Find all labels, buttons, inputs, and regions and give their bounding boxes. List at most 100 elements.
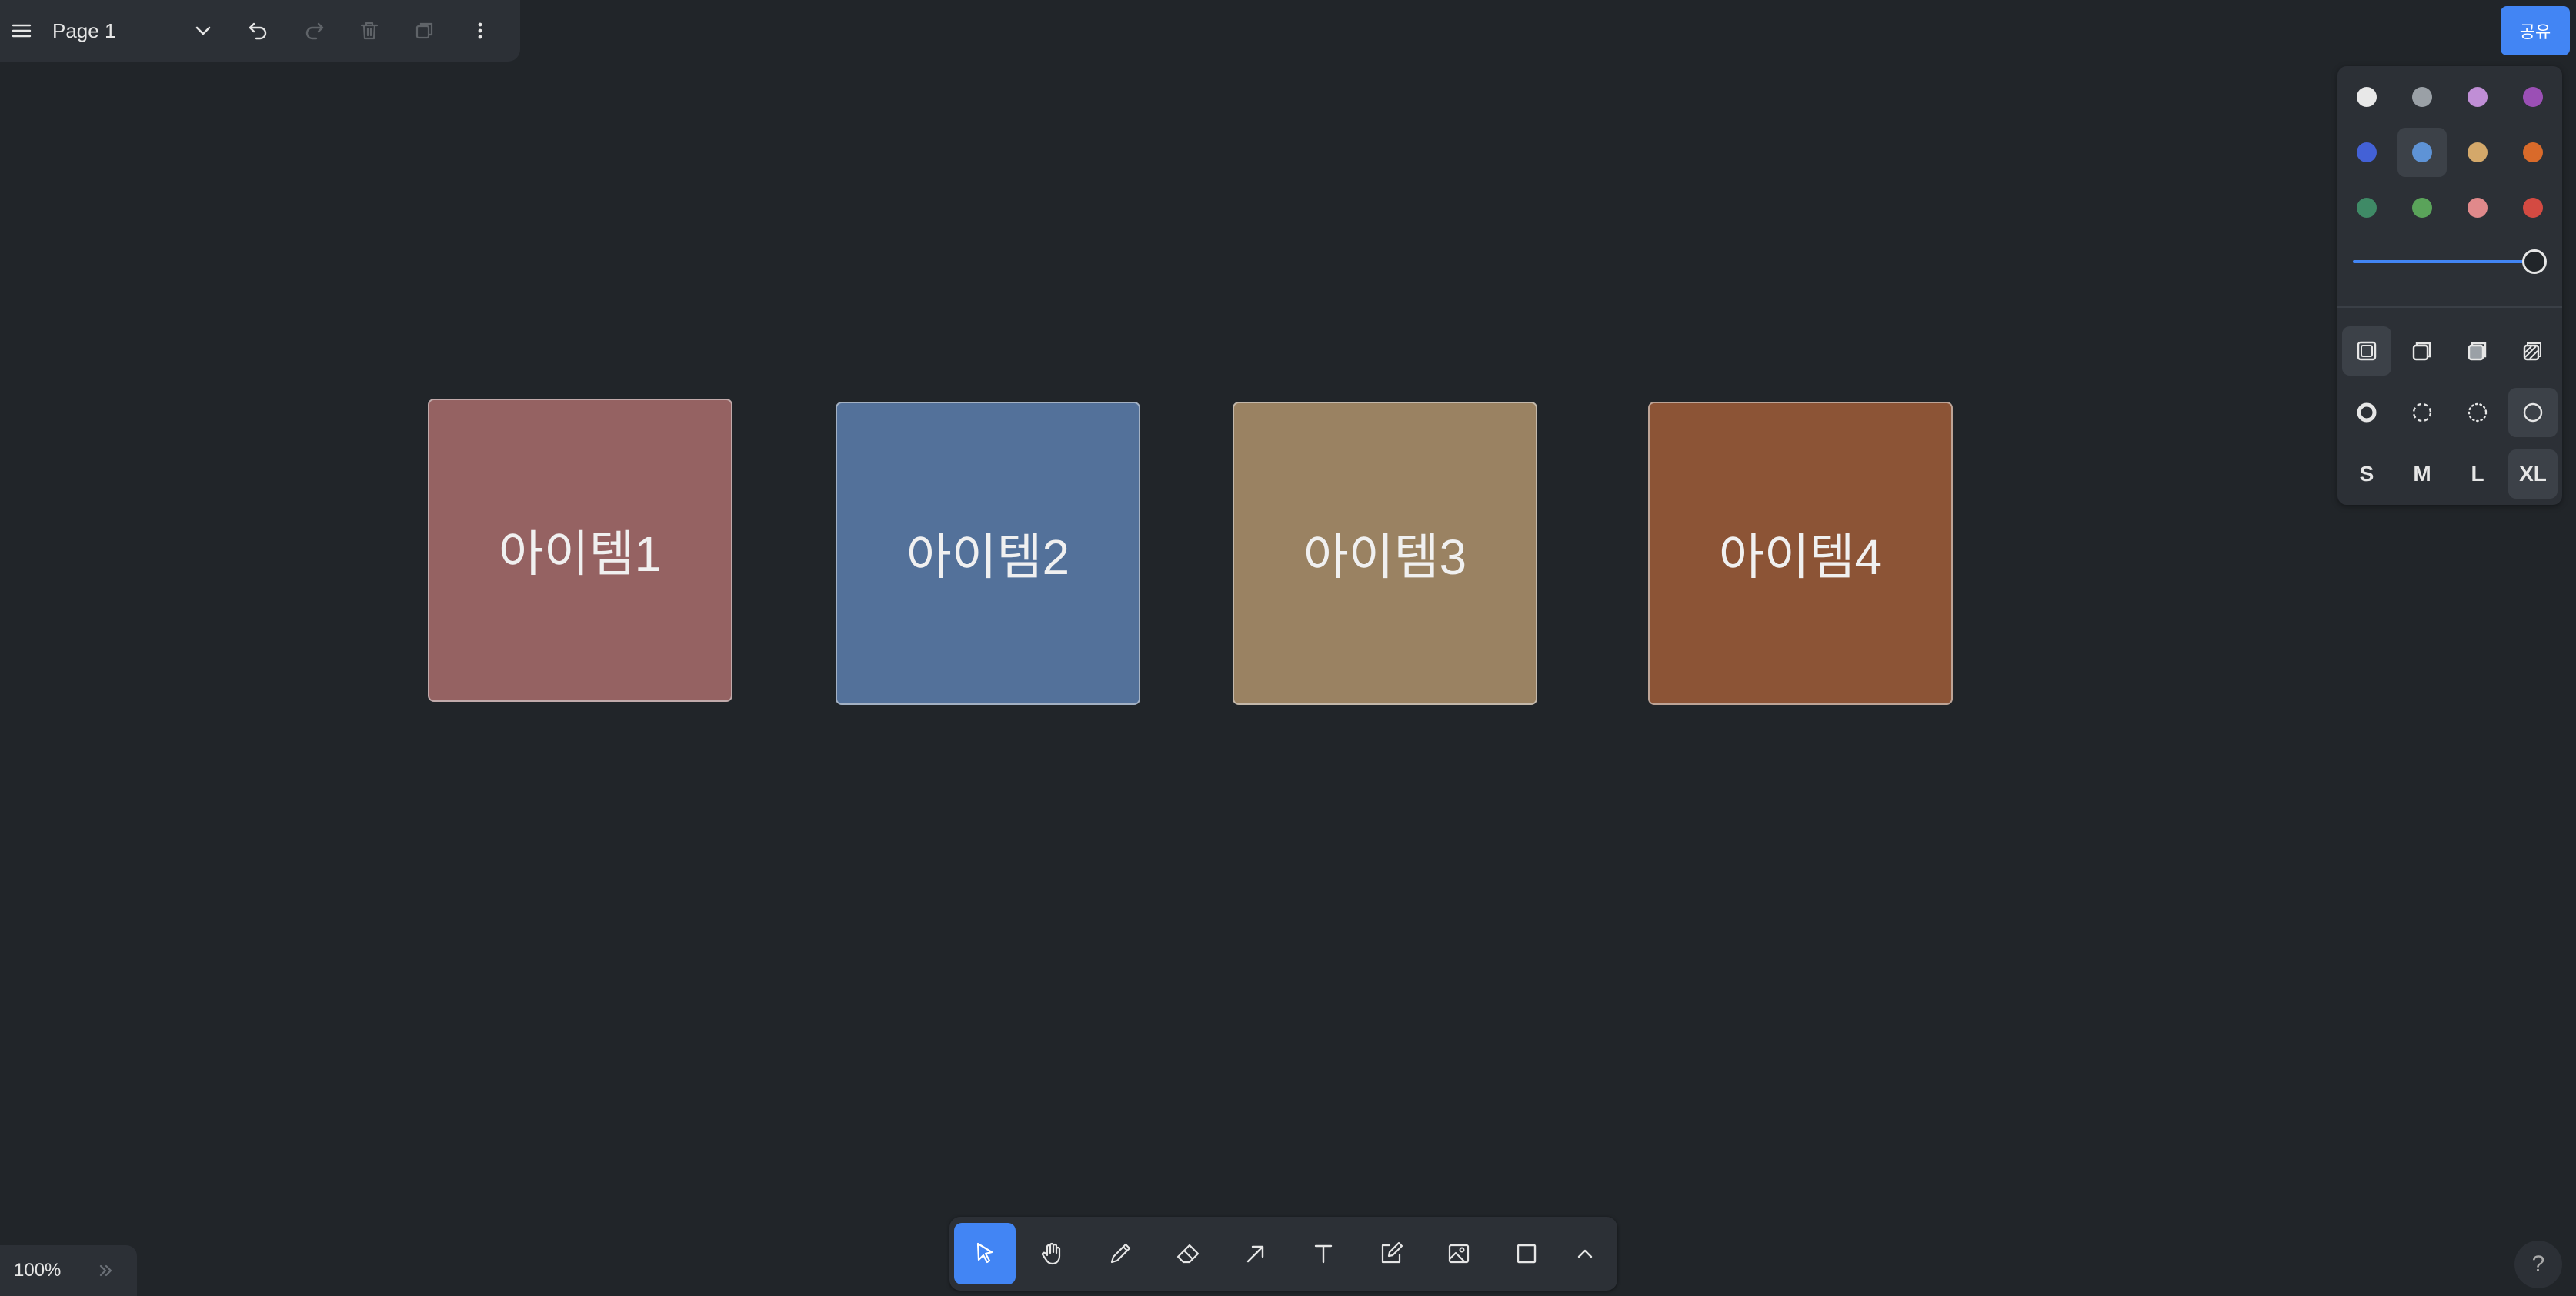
size-xl-button[interactable]: XL (2508, 449, 2558, 499)
arrow-tool-button[interactable] (1225, 1223, 1286, 1284)
double-chevron-right-icon (99, 1264, 112, 1277)
fill-solid-icon (2468, 342, 2487, 361)
size-label: S (2359, 462, 2374, 486)
dash-dashed-icon (2412, 402, 2432, 423)
chevron-up-icon (1577, 1249, 1593, 1258)
zoom-panel: 100% (0, 1245, 137, 1296)
card-label: 아이템1 (498, 526, 662, 582)
canvas-card[interactable]: 아이템4 (1648, 402, 1953, 705)
eraser-tool-button[interactable] (1157, 1223, 1219, 1284)
share-button[interactable]: 공유 (2501, 6, 2570, 55)
rectangle-icon (1517, 1244, 1537, 1264)
arrow-icon (1246, 1245, 1264, 1263)
duplicate-button[interactable] (397, 0, 452, 62)
color-swatch[interactable] (2453, 183, 2502, 232)
fill-none-button[interactable] (2342, 326, 2391, 376)
size-s-button[interactable]: S (2342, 449, 2391, 499)
dash-solid-button[interactable] (2508, 388, 2558, 437)
redo-button[interactable] (286, 0, 342, 62)
fill-semi-button[interactable] (2397, 326, 2447, 376)
chevron-down-icon (195, 26, 211, 35)
color-dot (2468, 87, 2488, 107)
pencil-icon (1110, 1243, 1131, 1264)
note-tool-button[interactable] (1360, 1223, 1422, 1284)
help-button[interactable]: ? (2514, 1241, 2562, 1288)
more-actions-button[interactable] (452, 0, 508, 62)
fill-none-icon (2357, 341, 2377, 361)
canvas-card[interactable]: 아이템1 (428, 399, 732, 702)
top-menu-panel: Page 1 (0, 0, 520, 62)
color-dot (2523, 142, 2543, 162)
redo-icon (305, 22, 324, 40)
color-dot (2357, 198, 2377, 218)
hamburger-icon (12, 24, 32, 38)
zoom-level[interactable]: 100% (14, 1260, 91, 1281)
size-label: M (2413, 462, 2431, 486)
fill-pattern-button[interactable] (2508, 326, 2558, 376)
opacity-slider-thumb[interactable] (2522, 249, 2547, 274)
hand-icon (1041, 1242, 1061, 1265)
color-swatch[interactable] (2508, 72, 2558, 122)
color-dot (2357, 142, 2377, 162)
dash-draw-button[interactable] (2342, 388, 2391, 437)
hand-tool-button[interactable] (1022, 1223, 1083, 1284)
tool-bar (949, 1217, 1617, 1291)
undo-icon (249, 22, 267, 40)
color-swatch[interactable] (2508, 183, 2558, 232)
dash-solid-icon (2523, 402, 2543, 423)
color-swatch-selected[interactable] (2397, 128, 2447, 177)
color-swatch[interactable] (2342, 128, 2391, 177)
card-label: 아이템2 (906, 529, 1070, 585)
color-dot (2412, 142, 2432, 162)
color-dot (2468, 142, 2488, 162)
text-icon (1314, 1244, 1333, 1264)
color-swatch[interactable] (2397, 183, 2447, 232)
color-swatch[interactable] (2342, 183, 2391, 232)
fill-pattern-icon (2523, 342, 2541, 361)
fill-solid-button[interactable] (2453, 326, 2502, 376)
image-icon (1448, 1244, 1470, 1264)
opacity-slider-fill (2353, 260, 2534, 263)
main-menu-button[interactable] (0, 0, 43, 62)
dash-draw-icon (2357, 402, 2377, 423)
image-tool-button[interactable] (1428, 1223, 1490, 1284)
card-label: 아이템3 (1303, 529, 1467, 585)
undo-button[interactable] (231, 0, 286, 62)
color-swatch[interactable] (2397, 72, 2447, 122)
pointer-icon (976, 1242, 993, 1264)
text-tool-button[interactable] (1293, 1223, 1354, 1284)
fill-semi-icon (2412, 342, 2431, 361)
select-tool-button[interactable] (954, 1223, 1016, 1284)
dash-dashed-button[interactable] (2397, 388, 2447, 437)
more-tools-button[interactable] (1554, 1223, 1616, 1284)
color-dot (2468, 198, 2488, 218)
page-dropdown-button[interactable] (175, 0, 231, 62)
size-m-button[interactable]: M (2397, 449, 2447, 499)
color-dot (2523, 87, 2543, 107)
rectangle-tool-button[interactable] (1496, 1223, 1557, 1284)
size-l-button[interactable]: L (2453, 449, 2502, 499)
duplicate-icon (415, 22, 433, 39)
panel-divider (2337, 306, 2562, 308)
color-swatch[interactable] (2453, 72, 2502, 122)
page-name[interactable]: Page 1 (52, 19, 175, 43)
more-vertical-icon (478, 22, 482, 39)
color-dot (2412, 87, 2432, 107)
size-label: XL (2519, 462, 2547, 486)
style-panel: S M L XL (2337, 66, 2562, 505)
dash-dotted-button[interactable] (2453, 388, 2502, 437)
color-dot (2412, 198, 2432, 218)
color-swatch[interactable] (2342, 72, 2391, 122)
color-swatch[interactable] (2453, 128, 2502, 177)
opacity-slider[interactable] (2353, 249, 2547, 274)
delete-button[interactable] (342, 0, 397, 62)
canvas-card[interactable]: 아이템3 (1233, 402, 1537, 705)
note-edit-icon (1381, 1241, 1403, 1264)
draw-tool-button[interactable] (1089, 1223, 1151, 1284)
trash-icon (360, 22, 379, 40)
eraser-icon (1176, 1244, 1200, 1264)
color-swatch[interactable] (2508, 128, 2558, 177)
minimap-toggle-button[interactable] (91, 1255, 122, 1286)
canvas-card[interactable]: 아이템2 (836, 402, 1140, 705)
size-label: L (2471, 462, 2484, 486)
